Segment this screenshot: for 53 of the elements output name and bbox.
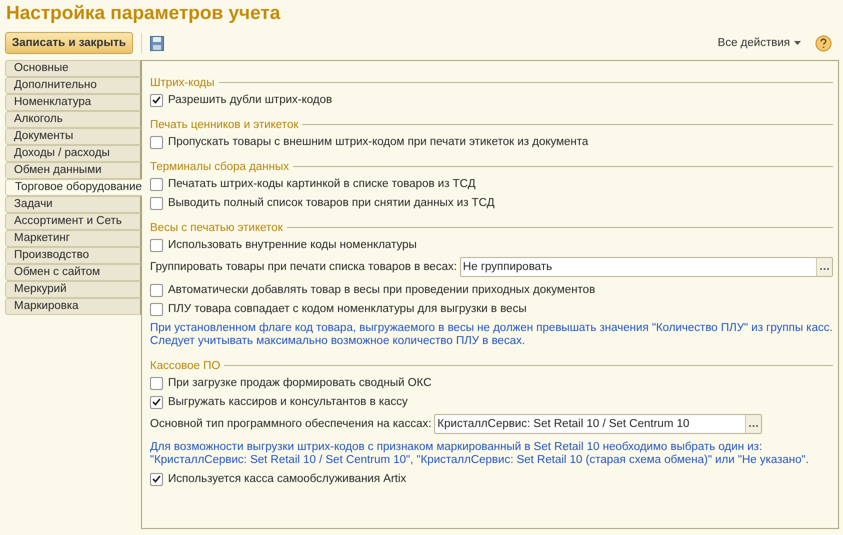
checkbox[interactable] (150, 136, 163, 148)
checkbox[interactable] (150, 238, 163, 252)
checkbox[interactable] (150, 196, 163, 210)
checkbox[interactable] (150, 178, 163, 190)
page-title: Настройка параметров учета (5, 2, 282, 26)
section-title: Терминалы сбора данных (150, 160, 289, 172)
checkbox-label: Выводить полный список товаров при снятии данных из ТСД (168, 197, 495, 209)
checkbox[interactable] (150, 396, 163, 408)
more-icon[interactable] (816, 258, 832, 276)
sidebar-tab[interactable]: Обмен с сайтом (5, 264, 141, 281)
sidebar-tab[interactable]: Алкоголь (5, 111, 141, 128)
more-icon[interactable] (745, 415, 762, 433)
sidebar-tab[interactable]: Обмен данными (5, 162, 141, 179)
info-note: Для возможности выгрузки штрих-кодов с признаком маркированный в Set Retail 10 необходимо выбрать один из: "КристаллСервис: Set Retail 10 / Set Centrum 10", "КристаллСервис: Set Retail 10 (старая схема обмена)" или "Не указано". (150, 441, 810, 467)
checkbox-label: ПЛУ товара совпадает с кодом номенклатуры для выгрузки в весы (168, 303, 527, 315)
sidebar-tab[interactable]: Ассортимент и Сеть (5, 213, 141, 230)
section-title: Штрих-коды (150, 76, 214, 88)
info-note: При установленном флаге код товара, выгружаемого в весы не должен превышать значения "Количество ПЛУ" из группы касс. Следует учитывать максимально возможное количество ПЛУ в весах. (150, 322, 833, 348)
select-field[interactable]: КристаллСервис: Set Retail 10 / Set Centrum 10 (434, 414, 762, 434)
field-label: Основной тип программного обеспечения на кассах: (150, 418, 432, 430)
checkbox[interactable] (150, 94, 163, 106)
checkbox[interactable] (150, 284, 163, 296)
sidebar-tab[interactable]: Задачи (5, 196, 141, 213)
sidebar-tab[interactable]: Производство (5, 247, 141, 264)
checkbox-label: Разрешить дубли штрих-кодов (168, 94, 332, 106)
checkbox[interactable] (150, 302, 163, 316)
checkbox[interactable] (150, 472, 163, 486)
select-field[interactable]: Не группировать (460, 257, 833, 277)
checkbox[interactable] (150, 376, 163, 390)
checkbox-label: При загрузке продаж формировать сводный ОКС (168, 377, 432, 389)
sidebar-tab[interactable]: Основные (5, 60, 141, 77)
section-title: Весы с печатью этикеток (150, 222, 283, 234)
checkbox-label: Пропускать товары с внешним штрих-кодом при печати этикеток из документа (168, 136, 588, 148)
checkbox-label: Используется касса самообслуживания Artix (168, 473, 406, 485)
sidebar-tab[interactable]: Меркурий (5, 281, 141, 298)
checkbox-label: Печатать штрих-коды картинкой в списке товаров из ТСД (168, 178, 476, 190)
save-and-close-button[interactable]: Записать и закрыть (5, 32, 133, 54)
caret-icon (794, 41, 801, 45)
section-title: Печать ценников и этикеток (150, 118, 298, 130)
sidebar-tab[interactable]: Торговое оборудование (5, 179, 142, 196)
sidebar-tab[interactable]: Документы (5, 128, 141, 145)
field-label: Группировать товары при печати списка товаров в весах: (150, 261, 457, 273)
checkbox-label: Автоматически добавлять товар в весы при проведении приходных документов (168, 284, 596, 296)
checkbox-label: Выгружать кассиров и консультантов в кассу (168, 396, 408, 408)
sidebar-tab[interactable]: Доходы / расходы (5, 145, 141, 162)
section-title: Кассовое ПО (150, 360, 220, 372)
sidebar-tab[interactable]: Маркетинг (5, 230, 141, 247)
sidebar-tab[interactable]: Номенклатура (5, 94, 141, 111)
sidebar-tab[interactable]: Дополнительно (5, 77, 141, 94)
help-icon[interactable] (815, 34, 832, 52)
sidebar-tab[interactable]: Маркировка (5, 298, 141, 315)
all-actions-menu[interactable]: Все действия (718, 37, 801, 49)
checkbox-label: Использовать внутренние коды номенклатуры (168, 239, 417, 251)
